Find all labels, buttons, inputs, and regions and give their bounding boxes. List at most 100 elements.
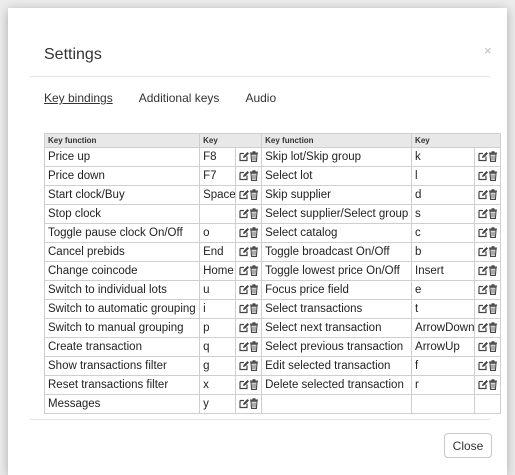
edit-icon[interactable] <box>478 379 489 390</box>
right-key: b <box>411 242 476 262</box>
delete-icon[interactable] <box>488 151 498 163</box>
edit-icon[interactable] <box>239 303 250 314</box>
right-actions-cell <box>474 394 501 414</box>
delete-icon[interactable] <box>488 322 498 334</box>
edit-icon[interactable] <box>478 322 489 333</box>
delete-icon[interactable] <box>249 170 259 182</box>
left-actions-cell <box>235 185 263 205</box>
edit-icon[interactable] <box>239 246 250 257</box>
edit-icon[interactable] <box>239 227 250 238</box>
delete-icon[interactable] <box>488 227 498 239</box>
tab-key-bindings[interactable]: Key bindings <box>44 91 113 105</box>
edit-icon[interactable] <box>239 151 250 162</box>
edit-icon[interactable] <box>478 341 489 352</box>
left-key: x <box>199 375 237 395</box>
delete-icon[interactable] <box>488 265 498 277</box>
header-key-right: Key <box>411 133 501 148</box>
right-actions-cell <box>474 337 501 357</box>
left-key: F8 <box>199 147 237 167</box>
right-actions-cell <box>474 204 501 224</box>
edit-icon[interactable] <box>239 398 250 409</box>
right-key: s <box>411 204 476 224</box>
edit-icon[interactable] <box>478 265 489 276</box>
right-actions-cell <box>474 261 501 281</box>
left-key-function: Switch to individual lots <box>43 280 201 300</box>
right-actions-cell <box>474 375 501 395</box>
edit-icon[interactable] <box>478 189 489 200</box>
edit-icon[interactable] <box>239 170 250 181</box>
left-actions-cell <box>235 337 263 357</box>
edit-icon[interactable] <box>239 284 250 295</box>
edit-icon[interactable] <box>239 341 250 352</box>
delete-icon[interactable] <box>488 284 498 296</box>
right-key-function: Select next transaction <box>261 318 413 338</box>
right-key: f <box>411 356 476 376</box>
delete-icon[interactable] <box>249 303 259 315</box>
delete-icon[interactable] <box>488 170 498 182</box>
right-actions-cell <box>474 318 501 338</box>
edit-icon[interactable] <box>239 265 250 276</box>
edit-icon[interactable] <box>478 170 489 181</box>
delete-icon[interactable] <box>249 227 259 239</box>
right-actions-cell <box>474 147 501 167</box>
right-key: d <box>411 185 476 205</box>
delete-icon[interactable] <box>488 379 498 391</box>
edit-icon[interactable] <box>478 208 489 219</box>
left-actions-cell <box>235 356 263 376</box>
delete-icon[interactable] <box>249 246 259 258</box>
left-key: o <box>199 223 237 243</box>
delete-icon[interactable] <box>249 341 259 353</box>
delete-icon[interactable] <box>249 322 259 334</box>
left-key-function: Switch to automatic grouping <box>43 299 201 319</box>
edit-icon[interactable] <box>478 227 489 238</box>
close-icon[interactable]: × <box>484 43 492 58</box>
right-key: t <box>411 299 476 319</box>
table-row: Toggle pause clock On/Off o Select catalog… <box>43 223 501 243</box>
dialog-title: Settings <box>44 46 102 63</box>
tab-audio[interactable]: Audio <box>245 91 276 105</box>
edit-icon[interactable] <box>478 360 489 371</box>
tab-additional-keys[interactable]: Additional keys <box>139 91 220 105</box>
left-key-function: Reset transactions filter <box>43 375 201 395</box>
right-key: ArrowUp <box>411 337 476 357</box>
delete-icon[interactable] <box>249 151 259 163</box>
delete-icon[interactable] <box>249 265 259 277</box>
close-button[interactable]: Close <box>444 433 492 458</box>
delete-icon[interactable] <box>488 246 498 258</box>
edit-icon[interactable] <box>478 284 489 295</box>
delete-icon[interactable] <box>249 208 259 220</box>
right-key-function: Focus price field <box>261 280 413 300</box>
delete-icon[interactable] <box>488 303 498 315</box>
edit-icon[interactable] <box>239 208 250 219</box>
table-header-row: Key function Key Key function Key <box>43 133 501 148</box>
right-key-function: Toggle broadcast On/Off <box>261 242 413 262</box>
delete-icon[interactable] <box>488 341 498 353</box>
right-key: k <box>411 147 476 167</box>
table-row: Stop clock Select supplier/Select group s <box>43 204 501 224</box>
right-actions-cell <box>474 299 501 319</box>
left-key: End <box>199 242 237 262</box>
footer-divider <box>30 419 490 420</box>
edit-icon[interactable] <box>239 379 250 390</box>
left-actions-cell <box>235 147 263 167</box>
left-key-function: Change coincode <box>43 261 201 281</box>
right-key-function <box>261 394 413 414</box>
delete-icon[interactable] <box>488 189 498 201</box>
edit-icon[interactable] <box>478 246 489 257</box>
left-key: g <box>199 356 237 376</box>
table-row: Price down F7 Select lot l <box>43 166 501 186</box>
delete-icon[interactable] <box>488 360 498 372</box>
delete-icon[interactable] <box>249 360 259 372</box>
edit-icon[interactable] <box>239 189 250 200</box>
key-bindings-table: Key function Key Key function Key Price … <box>43 133 501 414</box>
edit-icon[interactable] <box>239 322 250 333</box>
delete-icon[interactable] <box>249 398 259 410</box>
delete-icon[interactable] <box>488 208 498 220</box>
edit-icon[interactable] <box>478 303 489 314</box>
edit-icon[interactable] <box>239 360 250 371</box>
delete-icon[interactable] <box>249 379 259 391</box>
edit-icon[interactable] <box>478 151 489 162</box>
delete-icon[interactable] <box>249 284 259 296</box>
delete-icon[interactable] <box>249 189 259 201</box>
settings-dialog: Settings × Key bindings Additional keys … <box>8 8 507 475</box>
